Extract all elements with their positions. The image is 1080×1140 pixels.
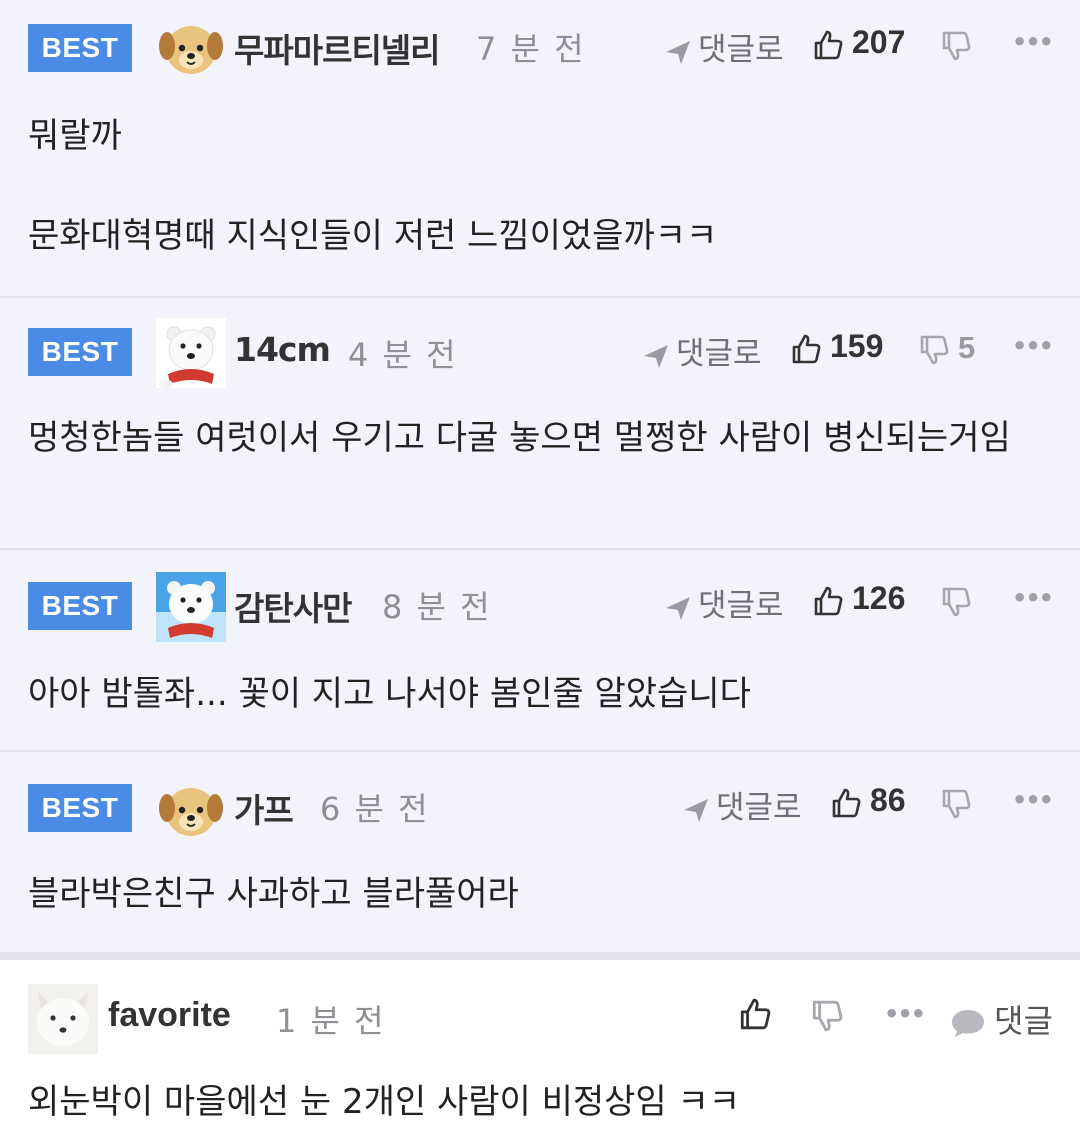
reply-button[interactable]: 댓글 xyxy=(950,996,1053,1042)
comment-line: 뭐랄까 xyxy=(28,116,122,156)
nickname[interactable]: favorite xyxy=(108,996,231,1035)
reply-button[interactable]: 댓글로 xyxy=(642,328,762,373)
best-badge: BEST xyxy=(28,328,132,376)
like-count: 207 xyxy=(852,24,906,60)
nickname[interactable]: 무파마르티넬리 xyxy=(234,24,441,72)
like-button[interactable]: 207 xyxy=(812,24,905,61)
best-comment: BEST 14cm 4 분 전 댓글로 159 5 ••• 멍청한놈들 여럿이서… xyxy=(0,298,1080,550)
more-options-icon[interactable]: ••• xyxy=(1012,28,1054,56)
reply-button[interactable]: 댓글로 xyxy=(664,580,784,625)
arctic-fox-avatar-icon[interactable] xyxy=(28,984,98,1054)
comment: favorite 1 분 전 ••• 댓글 외눈박이 마을에선 눈 2개인 사람… xyxy=(0,960,1080,1138)
comment-body: 외눈박이 마을에선 눈 2개인 사람이 비정상임 ㅋㅋ xyxy=(28,1082,741,1122)
like-button[interactable]: 159 xyxy=(790,328,883,365)
dislike-button[interactable] xyxy=(940,582,980,618)
like-count: 126 xyxy=(852,580,906,616)
dislike-button[interactable] xyxy=(810,996,852,1033)
send-arrow-icon xyxy=(682,796,710,824)
nickname[interactable]: 14cm xyxy=(234,330,331,369)
more-options-icon[interactable]: ••• xyxy=(884,1000,926,1028)
like-button[interactable]: 86 xyxy=(830,782,906,819)
best-comment: BEST 감탄사만 8 분 전 댓글로 126 ••• 아아 밤톨좌... 꽃이… xyxy=(0,550,1080,752)
dislike-button[interactable] xyxy=(940,26,980,62)
more-options-icon[interactable]: ••• xyxy=(1012,786,1054,814)
thumbs-down-icon xyxy=(940,788,972,820)
comment-line: 멍청한놈들 여럿이서 우기고 다굴 놓으면 멀쩡한 사람이 병신되는거임 xyxy=(28,418,1011,458)
comment-line: 블라박은친구 사과하고 블라풀어라 xyxy=(28,874,519,914)
dislike-button[interactable]: 5 xyxy=(918,330,975,366)
timestamp: 1 분 전 xyxy=(276,1002,386,1040)
like-button[interactable]: 126 xyxy=(812,580,905,617)
puppy-avatar-icon[interactable] xyxy=(156,774,226,844)
comment-line: 아아 밤톨좌... 꽃이 지고 나서야 봄인줄 알았습니다 xyxy=(28,674,751,714)
timestamp: 7 분 전 xyxy=(476,30,586,68)
thumbs-up-icon xyxy=(738,997,772,1031)
best-badge: BEST xyxy=(28,582,132,630)
reply-label: 댓글로 xyxy=(698,588,784,624)
dislike-count: 5 xyxy=(958,330,976,365)
polar-bear-avatar-icon[interactable] xyxy=(156,318,226,388)
puppy-avatar-icon[interactable] xyxy=(156,12,226,82)
comment-body: 블라박은친구 사과하고 블라풀어라 xyxy=(28,868,1050,920)
reply-label: 댓글로 xyxy=(716,790,802,826)
best-comment: BEST 가프 6 분 전 댓글로 86 ••• 블라박은친구 사과하고 블라풀… xyxy=(0,752,1080,952)
best-badge: BEST xyxy=(28,784,132,832)
nickname[interactable]: 감탄사만 xyxy=(234,582,352,630)
timestamp: 4 분 전 xyxy=(348,336,458,374)
dislike-button[interactable] xyxy=(940,784,980,820)
section-divider xyxy=(0,952,1080,960)
timestamp: 6 분 전 xyxy=(320,790,430,828)
comment-body: 멍청한놈들 여럿이서 우기고 다굴 놓으면 멀쩡한 사람이 병신되는거임 xyxy=(28,412,1050,464)
chat-bubble-icon xyxy=(950,1007,986,1039)
more-options-icon[interactable]: ••• xyxy=(1012,332,1054,360)
thumbs-up-icon xyxy=(830,787,862,819)
best-badge: BEST xyxy=(28,24,132,72)
send-arrow-icon xyxy=(664,38,692,66)
reply-label: 댓글 xyxy=(994,1002,1053,1040)
thumbs-up-icon xyxy=(812,585,844,617)
comment-body: 아아 밤톨좌... 꽃이 지고 나서야 봄인줄 알았습니다 xyxy=(28,668,1050,720)
thumbs-up-icon xyxy=(812,29,844,61)
thumbs-up-icon xyxy=(790,333,822,365)
reply-button[interactable]: 댓글로 xyxy=(682,782,802,827)
send-arrow-icon xyxy=(664,594,692,622)
thumbs-down-icon xyxy=(810,999,844,1033)
nickname[interactable]: 가프 xyxy=(234,784,294,832)
like-button[interactable] xyxy=(738,994,780,1031)
thumbs-down-icon xyxy=(940,586,972,618)
comment-line: 문화대혁명때 지식인들이 저런 느낌이었을까ㅋㅋ xyxy=(28,216,718,256)
reply-label: 댓글로 xyxy=(698,32,784,68)
timestamp: 8 분 전 xyxy=(382,588,492,626)
reply-label: 댓글로 xyxy=(676,336,762,372)
like-count: 86 xyxy=(870,782,906,818)
thumbs-down-icon xyxy=(940,30,972,62)
reply-button[interactable]: 댓글로 xyxy=(664,24,784,69)
best-comment: BEST 무파마르티넬리 7 분 전 댓글로 207 ••• 뭐랄까 문화대혁명… xyxy=(0,0,1080,298)
polar-bear-avatar-icon[interactable] xyxy=(156,572,226,642)
like-count: 159 xyxy=(830,328,884,364)
comment-body: 뭐랄까 문화대혁명때 지식인들이 저런 느낌이었을까ㅋㅋ xyxy=(28,110,1050,262)
send-arrow-icon xyxy=(642,342,670,370)
thumbs-down-icon xyxy=(918,334,950,366)
more-options-icon[interactable]: ••• xyxy=(1012,584,1054,612)
